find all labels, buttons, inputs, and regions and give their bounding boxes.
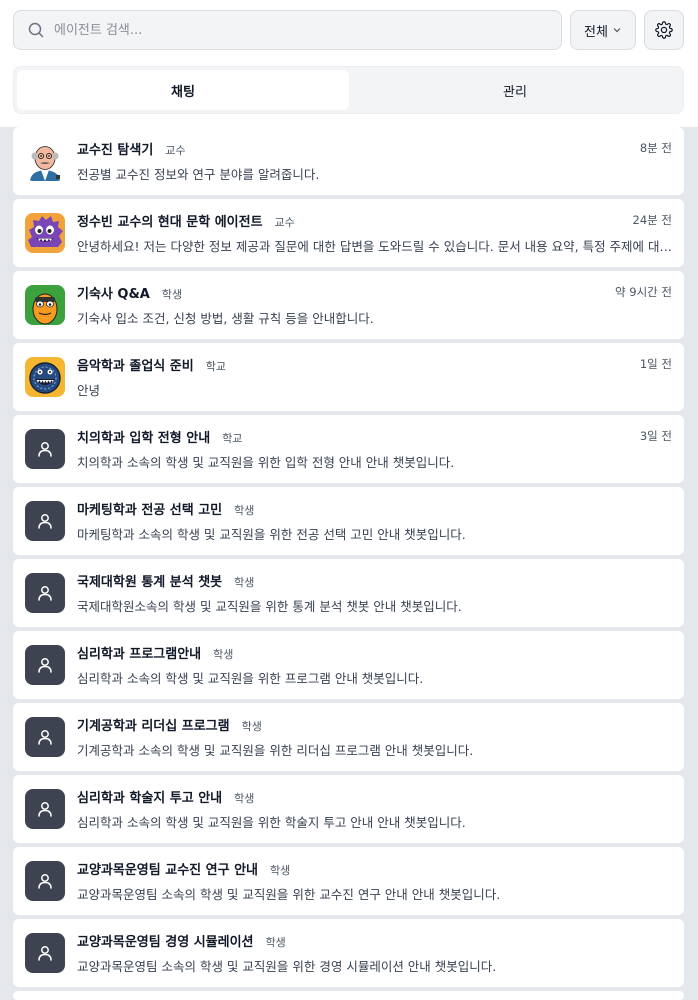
agent-card[interactable]: 기계공학과 리더십 프로그램 학생 기계공학과 소속의 학생 및 교직원을 위한 … (13, 703, 684, 771)
user-icon (25, 789, 65, 829)
agent-description: 심리학과 소속의 학생 및 교직원을 위한 프로그램 안내 챗봇입니다. (77, 671, 424, 686)
filter-dropdown[interactable]: 전체 (570, 10, 636, 50)
agent-name: 교양과목운영팀 경영 시뮬레이션 학생 (77, 935, 286, 950)
agent-name: 치의학과 입학 전형 안내 학교 (77, 431, 243, 446)
agent-name: 국제대학원 통계 분석 챗봇 학생 (77, 575, 255, 590)
user-icon (25, 645, 65, 685)
gear-icon (655, 21, 673, 39)
agent-description: 마케팅학과 소속의 학생 및 교직원을 위한 전공 선택 고민 안내 챗봇입니다… (77, 527, 466, 542)
role-badge: 학생 (234, 792, 255, 805)
agent-description: 안녕하세요! 저는 다양한 정보 제공과 질문에 대한 답변을 도와드릴 수 있… (77, 239, 673, 254)
tab-manage[interactable]: 관리 (349, 70, 681, 110)
user-icon (25, 861, 65, 901)
agent-name: 음악학과 졸업식 준비 학교 (77, 359, 226, 374)
agent-card[interactable]: 마케팅학과 전공 선택 고민 학생 마케팅학과 소속의 학생 및 교직원을 위한 … (13, 487, 684, 555)
user-icon (25, 573, 65, 613)
agent-time: 약 9시간 전 (615, 285, 672, 299)
role-badge: 교수 (274, 216, 295, 229)
agent-time: 24분 전 (632, 213, 672, 227)
professor-avatar-icon (25, 141, 65, 181)
search-input[interactable] (54, 22, 534, 38)
agent-card[interactable]: 기숙사 Q&A 학생 약 9시간 전 기숙사 입소 조건, 신청 방법, 생활 규… (13, 271, 684, 339)
agent-card[interactable]: 치의학과 입학 전형 안내 학교 3일 전 치의학과 소속의 학생 및 교직원을 … (13, 415, 684, 483)
user-icon (25, 429, 65, 469)
agent-name: 마케팅학과 전공 선택 고민 학생 (77, 503, 255, 518)
search-icon (28, 22, 44, 38)
agent-card[interactable]: 음악학과 졸업식 준비 학교 1일 전 안녕 (13, 343, 684, 411)
role-badge: 학생 (234, 576, 255, 589)
agent-description: 교양과목운영팀 소속의 학생 및 교직원을 위한 경영 시뮬레이션 안내 챗봇입… (77, 959, 497, 974)
role-badge: 학생 (265, 936, 286, 949)
agent-card[interactable]: 국제대학원 통계 분석 챗봇 학생 국제대학원소속의 학생 및 교직원을 위한 통… (13, 559, 684, 627)
agent-card[interactable]: 정수빈 교수의 현대 문학 에이전트 교수 24분 전 안녕하세요! 저는 다양한… (13, 199, 684, 267)
agent-card[interactable]: 심리학과 프로그램안내 학생 심리학과 소속의 학생 및 교직원을 위한 프로그램… (13, 631, 684, 699)
role-badge: 학생 (241, 720, 262, 733)
agent-name: 심리학과 프로그램안내 학생 (77, 647, 234, 662)
tab-bar: 채팅 관리 (13, 66, 684, 114)
agent-name: 심리학과 학술지 투고 안내 학생 (77, 791, 255, 806)
role-badge: 학생 (270, 864, 291, 877)
agent-time: 3일 전 (639, 429, 672, 443)
chevron-down-icon (613, 28, 621, 33)
search-box[interactable] (13, 10, 562, 50)
role-badge: 학교 (205, 360, 226, 373)
settings-button[interactable] (644, 10, 684, 50)
agent-description: 심리학과 소속의 학생 및 교직원을 위한 학술지 투고 안내 안내 챗봇입니다… (77, 815, 466, 830)
user-icon (25, 717, 65, 757)
tab-chat[interactable]: 채팅 (17, 70, 349, 110)
user-icon (25, 501, 65, 541)
agent-description: 치의학과 소속의 학생 및 교직원을 위한 입학 전형 안내 안내 챗봇입니다. (77, 455, 455, 470)
orange-character-avatar-icon (25, 285, 65, 325)
blue-monster-avatar-icon (25, 357, 65, 397)
agent-name: 교수진 탐색기 교수 (77, 143, 186, 158)
agent-description: 교양과목운영팀 소속의 학생 및 교직원을 위한 교수진 연구 안내 안내 챗봇… (77, 887, 501, 902)
role-badge: 교수 (165, 144, 186, 157)
agent-card[interactable]: 교양과목운영팀 교수진 연구 안내 학생 교양과목운영팀 소속의 학생 및 교직원… (13, 847, 684, 915)
agent-name: 정수빈 교수의 현대 문학 에이전트 교수 (77, 215, 295, 230)
agent-card[interactable]: 심리학과 학술지 투고 안내 학생 심리학과 소속의 학생 및 교직원을 위한 학… (13, 775, 684, 843)
agent-name: 기숙사 Q&A 학생 (77, 287, 183, 302)
agent-description: 전공별 교수진 정보와 연구 분야를 알려줍니다. (77, 167, 320, 182)
agent-card[interactable]: 교수진 탐색기 교수 8분 전 전공별 교수진 정보와 연구 분야를 알려줍니다. (13, 127, 684, 195)
role-badge: 학생 (234, 504, 255, 517)
agent-time: 8분 전 (639, 141, 672, 155)
filter-label: 전체 (584, 24, 608, 40)
role-badge: 학생 (161, 288, 183, 301)
agent-name: 교양과목운영팀 교수진 연구 안내 학생 (77, 863, 291, 878)
role-badge: 학교 (222, 432, 243, 445)
agent-card-partial[interactable] (13, 991, 684, 1000)
agent-time: 1일 전 (639, 357, 672, 371)
agent-card[interactable]: 교양과목운영팀 경영 시뮬레이션 학생 교양과목운영팀 소속의 학생 및 교직원을… (13, 919, 684, 987)
agent-description: 기계공학과 소속의 학생 및 교직원을 위한 리더십 프로그램 안내 챗봇입니다… (77, 743, 474, 758)
user-icon (25, 933, 65, 973)
role-badge: 학생 (213, 648, 234, 661)
agent-description: 기숙사 입소 조건, 신청 방법, 생활 규칙 등을 안내합니다. (77, 311, 374, 326)
agent-description: 안녕 (77, 383, 101, 398)
agent-description: 국제대학원소속의 학생 및 교직원을 위한 통계 분석 챗봇 안내 챗봇입니다. (77, 599, 462, 614)
header-panel: 전체 채팅 관리 (0, 0, 698, 127)
agent-name: 기계공학과 리더십 프로그램 학생 (77, 719, 262, 734)
purple-monster-avatar-icon (25, 213, 65, 253)
